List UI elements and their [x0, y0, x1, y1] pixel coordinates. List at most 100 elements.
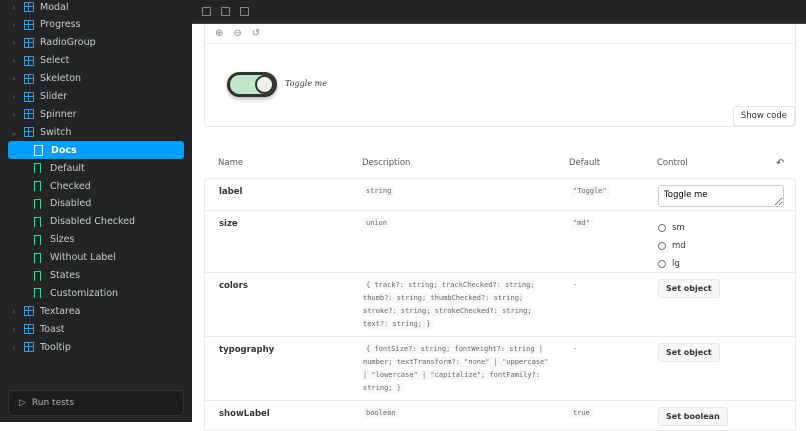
sidebar-item-label: Switch [40, 126, 72, 138]
sidebar-item-slider[interactable]: › Slider [8, 88, 184, 106]
sidebar-item-radiogroup[interactable]: › RadioGroup [8, 34, 184, 52]
radio-label: md [672, 241, 686, 251]
component-icon [24, 55, 34, 66]
sidebar-item-checked[interactable]: Checked [8, 177, 184, 195]
prop-default: true [570, 408, 593, 418]
bookmark-icon [34, 216, 41, 227]
sidebar-item-customization[interactable]: Customization [8, 284, 184, 302]
story-preview: ⊕ ⊖ ↺ Toggle me Show code [204, 24, 796, 127]
sidebar-item-tooltip[interactable]: › Tooltip [8, 338, 184, 356]
bookmark-icon [34, 163, 41, 174]
sidebar-item-docs[interactable]: Docs [8, 141, 184, 160]
set-typography-button[interactable]: Set object [658, 343, 720, 362]
radio-circle-icon [658, 242, 666, 250]
prop-type: string [363, 186, 395, 196]
prop-name: typography [219, 345, 275, 355]
sidebar-item-textarea[interactable]: › Textarea [8, 302, 184, 320]
sidebar-item-label: Tooltip [40, 341, 71, 353]
set-colors-button[interactable]: Set object [658, 279, 720, 298]
prop-control: Set boolean [658, 407, 728, 426]
component-icon [24, 127, 34, 138]
grid-icon[interactable] [202, 7, 211, 16]
sidebar-item-select[interactable]: › Select [8, 52, 184, 70]
play-icon: ▷ [19, 398, 26, 408]
table-row: showLabel boolean true Set boolean [204, 401, 796, 431]
table-row: colors { track?: string; trackChecked?: s… [204, 273, 796, 337]
chevron-right-icon: › [12, 74, 16, 84]
component-icon [24, 306, 34, 317]
chevron-right-icon: › [12, 109, 16, 119]
prop-default: "md" [570, 218, 593, 228]
table-row: typography { fontSize?: string; fontWeigh… [204, 337, 796, 401]
radio-circle-icon [658, 224, 666, 232]
bookmark-icon [34, 181, 41, 191]
radio-label: lg [672, 259, 680, 269]
radio-circle-icon [658, 260, 666, 268]
sidebar-item-disabled-checked[interactable]: Disabled Checked [8, 213, 184, 231]
radio-md[interactable]: md [658, 237, 686, 255]
zoom-reset-icon[interactable]: ↺ [252, 28, 260, 39]
args-table-header: Name Description Default Control ↶ [204, 158, 796, 174]
sidebar-item-label: States [50, 270, 81, 281]
switch-thumb [255, 75, 274, 94]
sidebar-item-label: Modal [40, 1, 69, 13]
sidebar-item-progress[interactable]: › Progress [8, 16, 184, 34]
prop-name: size [219, 219, 238, 229]
sidebar-item-label: Spinner [40, 108, 77, 120]
background-icon[interactable] [221, 7, 230, 16]
zoom-out-icon[interactable]: ⊖ [233, 28, 241, 39]
sidebar-item-label: Disabled [50, 198, 92, 210]
show-code-button[interactable]: Show code [732, 106, 795, 126]
radio-sm[interactable]: sm [658, 219, 686, 237]
toggle-switch[interactable] [227, 72, 277, 97]
sidebar-item-switch[interactable]: ⌄ Switch [8, 123, 184, 141]
label-input[interactable]: Toggle me [658, 185, 784, 207]
component-icon [24, 37, 34, 48]
table-row: label string "Toggle" Toggle me [204, 178, 796, 211]
sidebar-item-label: Without Label [50, 252, 116, 264]
sidebar-item-modal[interactable]: › Modal [8, 0, 184, 16]
chevron-right-icon: › [12, 342, 16, 352]
prop-type: boolean [363, 408, 399, 418]
document-icon [34, 144, 43, 156]
prop-type: { fontSize?: string; fontWeight?: string… [363, 344, 549, 393]
component-icon [24, 109, 34, 120]
component-icon [24, 324, 34, 335]
sidebar-item-spinner[interactable]: › Spinner [8, 105, 184, 123]
sidebar-item-states[interactable]: States [8, 267, 184, 285]
sidebar-item-disabled[interactable]: Disabled [8, 195, 184, 213]
chevron-right-icon: › [12, 306, 16, 316]
bookmark-icon [34, 288, 41, 299]
sidebar-item-toast[interactable]: › Toast [8, 320, 184, 338]
sidebar-item-label: Select [40, 55, 70, 67]
header-default: Default [569, 158, 601, 168]
sidebar-item-label: Customization [50, 287, 119, 299]
prop-name: colors [219, 281, 248, 291]
radio-lg[interactable]: lg [658, 255, 686, 273]
sidebar-item-label: Docs [51, 144, 77, 156]
sidebar-item-skeleton[interactable]: › Skeleton [8, 70, 184, 88]
sidebar-item-label: Toast [40, 323, 65, 335]
component-icon [24, 2, 34, 12]
sidebar-item-without-label[interactable]: Without Label [8, 249, 184, 267]
set-showlabel-button[interactable]: Set boolean [658, 407, 728, 426]
prop-type: union [363, 218, 391, 228]
zoom-in-icon[interactable]: ⊕ [215, 28, 223, 39]
prop-default: "Toggle" [570, 186, 610, 196]
run-tests-button[interactable]: ▷ Run tests [8, 390, 184, 416]
component-icon [24, 19, 34, 30]
outline-icon[interactable] [240, 7, 249, 16]
sidebar-item-label: Skeleton [40, 73, 82, 85]
sidebar-item-label: Checked [50, 180, 91, 192]
sidebar-item-sizes[interactable]: Sizes [8, 231, 184, 249]
bookmark-icon [34, 198, 41, 209]
prop-control: Set object [658, 343, 720, 362]
toolbar [192, 0, 806, 24]
chevron-right-icon: › [12, 324, 16, 334]
sidebar-item-default[interactable]: Default [8, 159, 184, 177]
reset-controls-icon[interactable]: ↶ [776, 158, 784, 169]
prop-control: sm md lg [658, 219, 686, 273]
bookmark-icon [34, 270, 41, 281]
prop-control: Set object [658, 279, 720, 298]
sidebar-item-label: Progress [40, 19, 81, 31]
